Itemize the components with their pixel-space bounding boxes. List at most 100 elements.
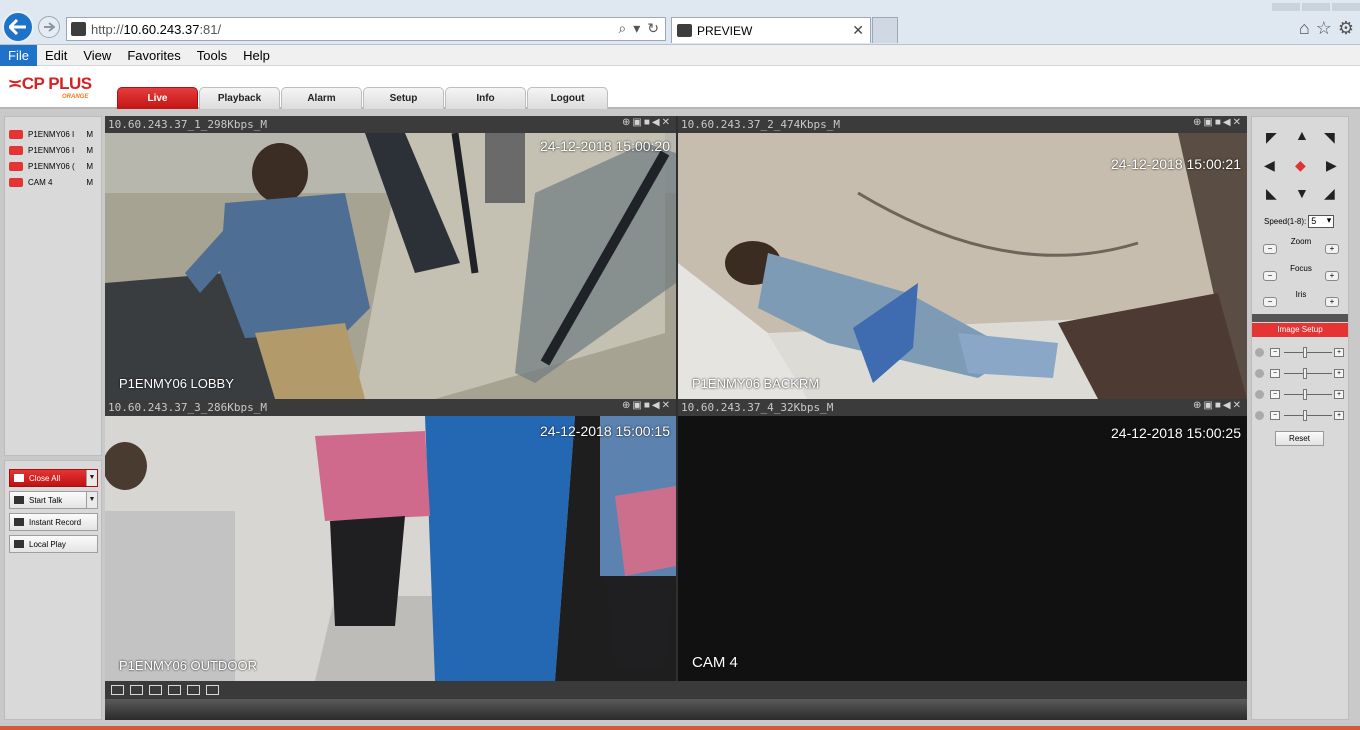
hue-handle[interactable] <box>1303 410 1307 421</box>
zoom-icon[interactable]: ⊕ <box>622 117 632 128</box>
video-pane[interactable]: 10.60.243.37_2_474Kbps_M ⊕▣■◀✕ 24-12-201… <box>678 116 1247 399</box>
close-icon[interactable]: ✕ <box>662 117 672 128</box>
video-pane[interactable]: 10.60.243.37_4_32Kbps_M ⊕▣■◀✕ 24-12-2018… <box>678 399 1247 681</box>
camera-stream-mode[interactable]: M <box>86 162 93 171</box>
zoom-icon[interactable]: ⊕ <box>622 400 632 411</box>
saturation-minus-button[interactable]: − <box>1270 390 1280 399</box>
record-icon[interactable]: ▣ <box>1203 400 1214 411</box>
refresh-icon[interactable]: ↻ <box>647 20 659 37</box>
home-icon[interactable]: ⌂ <box>1299 18 1310 39</box>
pan-up-icon[interactable]: ▲ <box>1295 127 1309 143</box>
maximize-button[interactable] <box>1302 3 1330 11</box>
start-talk-button[interactable]: Start Talk ▼ <box>9 491 98 509</box>
snapshot-icon[interactable]: ■ <box>644 117 652 128</box>
iris-minus-button[interactable]: − <box>1263 297 1277 307</box>
reset-button[interactable]: Reset <box>1275 431 1324 446</box>
hue-minus-button[interactable]: − <box>1270 411 1280 420</box>
close-icon[interactable]: ✕ <box>1233 400 1243 411</box>
pan-right-icon[interactable]: ▶ <box>1326 157 1337 174</box>
video-pane[interactable]: 10.60.243.37_3_286Kbps_M ⊕▣■◀✕ 24-12-201… <box>105 399 676 681</box>
saturation-handle[interactable] <box>1303 389 1307 400</box>
layout-grid-icon[interactable] <box>206 685 219 695</box>
close-icon[interactable]: ✕ <box>662 400 672 411</box>
focus-minus-button[interactable]: − <box>1263 271 1277 281</box>
brightness-plus-button[interactable]: + <box>1334 348 1344 357</box>
search-icon[interactable]: ⌕ <box>618 20 626 37</box>
audio-icon[interactable]: ◀ <box>652 400 662 411</box>
brightness-handle[interactable] <box>1303 347 1307 358</box>
new-tab-button[interactable] <box>872 17 898 43</box>
menu-tools[interactable]: Tools <box>189 45 235 66</box>
pan-down-left-icon[interactable]: ◣ <box>1266 185 1277 202</box>
saturation-plus-button[interactable]: + <box>1334 390 1344 399</box>
zoom-icon[interactable]: ⊕ <box>1193 117 1203 128</box>
camera-list-item[interactable]: P1ENMY06 I M <box>5 126 101 142</box>
ptz-auto-icon[interactable]: ◆ <box>1295 157 1306 174</box>
camera-stream-mode[interactable]: M <box>86 146 93 155</box>
instant-record-button[interactable]: Instant Record <box>9 513 98 531</box>
pan-left-icon[interactable]: ◀ <box>1264 157 1275 174</box>
pan-up-left-icon[interactable]: ◤ <box>1266 129 1277 146</box>
back-button[interactable] <box>2 11 34 43</box>
close-window-button[interactable] <box>1332 3 1360 11</box>
camera-stream-mode[interactable]: M <box>86 130 93 139</box>
brightness-track[interactable] <box>1284 352 1332 353</box>
ptz-collapse-toggle[interactable] <box>1252 314 1348 322</box>
audio-icon[interactable]: ◀ <box>1223 117 1233 128</box>
zoom-out-button[interactable]: − <box>1263 244 1277 254</box>
pan-down-icon[interactable]: ▼ <box>1295 185 1309 201</box>
audio-icon[interactable]: ◀ <box>1223 400 1233 411</box>
camera-stream-mode[interactable]: M <box>86 178 93 187</box>
brightness-minus-button[interactable]: − <box>1270 348 1280 357</box>
contrast-track[interactable] <box>1284 373 1332 374</box>
audio-icon[interactable]: ◀ <box>652 117 662 128</box>
minimize-button[interactable] <box>1272 3 1300 11</box>
layout-4-icon[interactable] <box>130 685 143 695</box>
record-icon[interactable]: ▣ <box>1203 117 1214 128</box>
menu-favorites[interactable]: Favorites <box>119 45 188 66</box>
layout-fullscreen-icon[interactable] <box>187 685 200 695</box>
start-talk-dropdown-icon[interactable]: ▼ <box>86 492 97 508</box>
close-all-button[interactable]: Close All ▼ <box>9 469 98 487</box>
layout-1-icon[interactable] <box>111 685 124 695</box>
snapshot-icon[interactable]: ■ <box>644 400 652 411</box>
menu-view[interactable]: View <box>75 45 119 66</box>
record-icon[interactable]: ▣ <box>632 400 643 411</box>
focus-plus-button[interactable]: + <box>1325 271 1339 281</box>
address-bar[interactable]: http://10.60.243.37:81/ ⌕ ▾ ↻ <box>66 17 666 41</box>
close-all-dropdown-icon[interactable]: ▼ <box>86 470 97 486</box>
dropdown-icon[interactable]: ▾ <box>633 20 640 37</box>
layout-16-icon[interactable] <box>168 685 181 695</box>
image-setup-header[interactable]: Image Setup <box>1252 323 1348 337</box>
contrast-plus-button[interactable]: + <box>1334 369 1344 378</box>
tab-setup[interactable]: Setup <box>363 87 444 109</box>
tab-live[interactable]: Live <box>117 87 198 109</box>
speed-select[interactable]: 5 <box>1308 215 1335 228</box>
tab-alarm[interactable]: Alarm <box>281 87 362 109</box>
tab-info[interactable]: Info <box>445 87 526 109</box>
menu-file[interactable]: File <box>0 45 37 66</box>
hue-track[interactable] <box>1284 415 1332 416</box>
browser-tab-preview[interactable]: PREVIEW ✕ <box>671 17 871 43</box>
saturation-track[interactable] <box>1284 394 1332 395</box>
record-icon[interactable]: ▣ <box>632 117 643 128</box>
forward-button[interactable] <box>38 16 60 38</box>
iris-plus-button[interactable]: + <box>1325 297 1339 307</box>
zoom-icon[interactable]: ⊕ <box>1193 400 1203 411</box>
menu-help[interactable]: Help <box>235 45 278 66</box>
pan-up-right-icon[interactable]: ◥ <box>1324 129 1335 146</box>
camera-list-item[interactable]: CAM 4 M <box>5 174 101 190</box>
camera-list-item[interactable]: P1ENMY06 ( M <box>5 158 101 174</box>
close-tab-icon[interactable]: ✕ <box>852 22 864 39</box>
settings-gear-icon[interactable]: ⚙ <box>1338 18 1354 39</box>
favorites-star-icon[interactable]: ☆ <box>1316 18 1332 39</box>
close-icon[interactable]: ✕ <box>1233 117 1243 128</box>
contrast-handle[interactable] <box>1303 368 1307 379</box>
pan-down-right-icon[interactable]: ◢ <box>1324 185 1335 202</box>
video-pane[interactable]: 10.60.243.37_1_298Kbps_M ⊕▣■◀✕ 24-12-201… <box>105 116 676 399</box>
snapshot-icon[interactable]: ■ <box>1215 400 1223 411</box>
camera-list-item[interactable]: P1ENMY06 I M <box>5 142 101 158</box>
tab-playback[interactable]: Playback <box>199 87 280 109</box>
contrast-minus-button[interactable]: − <box>1270 369 1280 378</box>
menu-edit[interactable]: Edit <box>37 45 75 66</box>
